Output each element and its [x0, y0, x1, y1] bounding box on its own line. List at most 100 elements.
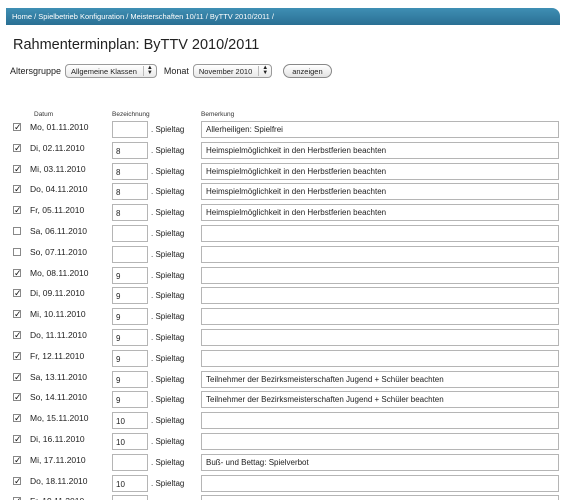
row-date: Do, 04.11.2010	[30, 184, 88, 195]
matchday-input[interactable]: 10	[112, 495, 148, 500]
remark-input[interactable]	[201, 412, 559, 430]
matchday-input[interactable]: 9	[112, 266, 148, 284]
matchday-suffix: . Spieltag	[151, 333, 185, 342]
remark-input[interactable]	[201, 245, 559, 263]
remark-input[interactable]	[201, 349, 559, 367]
row-checkbox[interactable]: ✓	[13, 185, 22, 194]
table-row: ✓ Di, 16.11.2010 10. Spieltag	[0, 431, 564, 452]
month-select[interactable]: November 2010 ▲ ▼	[192, 64, 273, 78]
remark-input[interactable]: Teilnehmer der Bezirksmeisterschaften Ju…	[201, 391, 559, 409]
matchday-input[interactable]: 9	[112, 287, 148, 305]
table-row: ✓ Mo, 15.11.2010 10. Spieltag	[0, 410, 564, 431]
row-checkbox[interactable]: ✓	[13, 393, 22, 402]
row-date: Mo, 08.11.2010	[30, 267, 89, 278]
remark-input[interactable]: Buß- und Bettag: Spielverbot	[201, 453, 559, 471]
row-checkbox[interactable]: ✓	[13, 455, 22, 464]
row-date: Fr, 05.11.2010	[30, 205, 85, 216]
table-row: So, 07.11.2010 . Spieltag	[0, 244, 564, 265]
row-checkbox[interactable]: ✓	[13, 289, 22, 298]
matchday-input[interactable]: 10	[112, 474, 148, 492]
row-date: Fr, 12.11.2010	[30, 350, 85, 361]
matchday-suffix: . Spieltag	[151, 312, 185, 322]
matchday-input[interactable]: 9	[112, 370, 148, 388]
remark-input[interactable]: Heimspielmöglichkeit in den Herbstferien…	[201, 204, 559, 222]
row-date: Sa, 06.11.2010	[30, 226, 88, 236]
remark-input[interactable]: Teilnehmer der Bezirksmeisterschaften Ju…	[201, 370, 559, 388]
table-row: ✓ Do, 11.11.2010 9. Spieltag	[0, 327, 564, 348]
matchday-suffix: . Spieltag	[151, 353, 185, 363]
matchday-input[interactable]: 9	[112, 349, 148, 367]
row-date: Mi, 03.11.2010	[30, 163, 86, 174]
row-date: Di, 09.11.2010	[30, 288, 85, 299]
remark-input[interactable]	[201, 225, 559, 242]
matchday-suffix: . Spieltag	[151, 208, 185, 218]
table-row: ✓ Do, 18.11.2010 10. Spieltag	[0, 473, 564, 494]
remark-input[interactable]	[201, 495, 559, 500]
matchday-input[interactable]: 9	[112, 391, 148, 409]
row-date: Mi, 10.11.2010	[30, 309, 86, 320]
row-checkbox[interactable]	[13, 247, 21, 256]
row-checkbox[interactable]: ✓	[13, 435, 22, 444]
row-checkbox[interactable]: ✓	[13, 476, 22, 485]
table-row: ✓ Di, 02.11.2010 8. Spieltag Heimspielmögli…	[0, 140, 564, 161]
table-row: ✓Fr, 19.11.201010. Spieltag	[0, 493, 564, 500]
matchday-input[interactable]: 8	[112, 141, 148, 159]
matchday-input[interactable]: 9	[112, 308, 148, 326]
remark-input[interactable]	[201, 266, 559, 284]
matchday-input[interactable]: 9	[112, 329, 148, 346]
breadcrumb[interactable]: Home / Spielbetrieb Konfiguration / Meis…	[6, 8, 560, 25]
matchday-suffix: . Spieltag	[151, 249, 185, 259]
matchday-suffix: . Spieltag	[151, 457, 185, 467]
remark-input[interactable]	[201, 474, 559, 492]
matchday-input[interactable]: 8	[112, 162, 148, 180]
matchday-input[interactable]: 10	[112, 412, 148, 430]
table-row: ✓ Di, 09.11.2010 9. Spieltag	[0, 285, 564, 306]
row-checkbox[interactable]: ✓	[13, 143, 22, 152]
remark-input[interactable]: Heimspielmöglichkeit in den Herbstferien…	[201, 183, 559, 201]
remark-input[interactable]: Heimspielmöglichkeit in den Herbstferien…	[201, 162, 559, 180]
row-date: Do, 11.11.2010	[30, 330, 87, 340]
row-checkbox[interactable]: ✓	[13, 123, 22, 132]
row-checkbox[interactable]: ✓	[13, 331, 22, 340]
row-date: Fr, 19.11.2010	[30, 496, 84, 500]
matchday-input[interactable]: 10	[112, 433, 148, 450]
remark-input[interactable]	[201, 308, 559, 326]
matchday-input[interactable]	[112, 245, 148, 263]
remark-input[interactable]: Allerheiligen: Spielfrei	[201, 121, 559, 138]
matchday-suffix: . Spieltag	[151, 270, 185, 280]
remark-input[interactable]	[201, 329, 559, 346]
row-date: Do, 18.11.2010	[30, 475, 88, 486]
row-checkbox[interactable]: ✓	[13, 268, 22, 277]
remark-input[interactable]: Heimspielmöglichkeit in den Herbstferien…	[201, 141, 559, 159]
select-arrows-icon: ▲ ▼	[142, 65, 153, 76]
page: Home / Spielbetrieb Konfiguration / Meis…	[0, 0, 564, 500]
remark-input[interactable]	[201, 433, 559, 450]
matchday-suffix: . Spieltag	[151, 166, 185, 176]
age-group-label: Altersgruppe	[10, 66, 62, 76]
remark-input[interactable]	[201, 287, 559, 305]
row-checkbox[interactable]: ✓	[13, 206, 22, 215]
column-header-remark: Bemerkung	[201, 111, 235, 118]
row-checkbox[interactable]: ✓	[13, 414, 22, 423]
table-row: ✓ Sa, 13.11.2010 9. Spieltag Teilnehmer der…	[0, 369, 564, 390]
row-checkbox[interactable]: ✓	[13, 310, 22, 319]
matchday-suffix: . Spieltag	[151, 291, 185, 301]
table-row: ✓ Mi, 10.11.2010 9. Spieltag	[0, 306, 564, 327]
row-checkbox[interactable]: ✓	[13, 372, 22, 381]
row-date: Di, 02.11.2010	[30, 142, 85, 153]
matchday-input[interactable]: 8	[112, 183, 148, 201]
row-checkbox[interactable]	[13, 227, 21, 235]
matchday-input[interactable]	[112, 453, 148, 471]
table-row: Sa, 06.11.2010 . Spieltag	[0, 223, 564, 244]
matchday-input[interactable]	[112, 225, 148, 242]
filter-row: Altersgruppe Allgemeine Klassen ▲ ▼ Monat…	[10, 61, 332, 81]
matchday-suffix: . Spieltag	[151, 125, 185, 134]
show-button[interactable]: anzeigen	[283, 64, 332, 78]
row-checkbox[interactable]: ✓	[13, 164, 22, 173]
matchday-input[interactable]	[112, 121, 148, 138]
row-date: Mi, 17.11.2010	[30, 454, 86, 465]
matchday-input[interactable]: 8	[112, 204, 148, 222]
matchday-suffix: . Spieltag	[151, 395, 185, 405]
row-checkbox[interactable]: ✓	[13, 351, 22, 360]
age-group-select[interactable]: Allgemeine Klassen ▲ ▼	[65, 64, 157, 78]
